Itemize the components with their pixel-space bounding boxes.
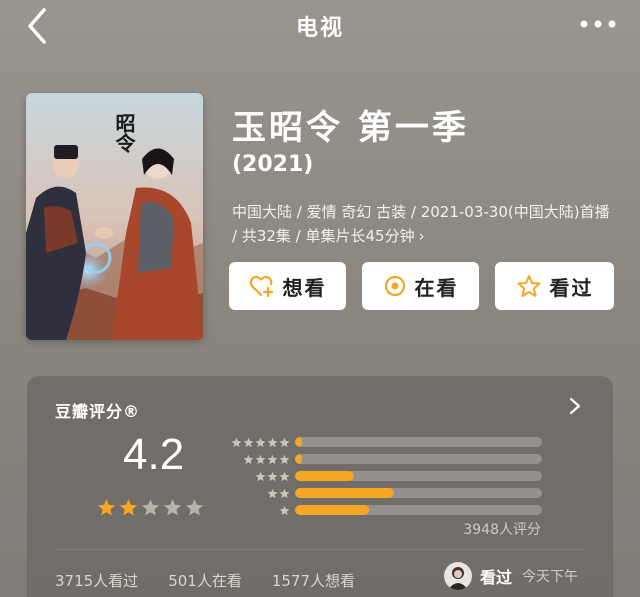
small-star-icon xyxy=(243,454,254,465)
small-star-icon xyxy=(279,488,290,499)
distribution-row-5-star xyxy=(225,434,545,451)
distribution-bar-fill xyxy=(295,505,370,515)
want-label: 想看 xyxy=(282,275,327,300)
friend-activity[interactable]: 看过 今天下午 xyxy=(444,562,578,590)
small-star-icon xyxy=(279,471,290,482)
watching-button[interactable]: 在看 xyxy=(362,262,479,310)
distribution-bar-track xyxy=(295,505,542,515)
distribution-stars xyxy=(279,505,290,516)
distribution-stars xyxy=(267,488,290,499)
divider xyxy=(55,549,585,550)
tv-detail-screen: 电视 昭令 玉昭令 第一季 (2021) 中国大陆 / 爱情 奇幻 古装 / 2… xyxy=(0,0,640,597)
small-star-icon xyxy=(243,437,254,448)
distribution-bar-fill xyxy=(295,471,355,481)
star-outline-icon xyxy=(517,275,540,297)
rating-count: 3948人评分 xyxy=(463,522,541,538)
distribution-bar-track xyxy=(295,437,542,447)
distribution-bar-track xyxy=(295,454,542,464)
watched-count[interactable]: 3715人看过 xyxy=(55,570,138,591)
more-button[interactable] xyxy=(578,14,618,34)
rating-card[interactable]: 豆瓣评分® 4.2 3948人评分 3715人看过 501人在看 1577人想看 xyxy=(27,376,613,597)
watching-label: 在看 xyxy=(414,275,459,300)
small-star-icon xyxy=(231,437,242,448)
distribution-bar-fill xyxy=(295,437,303,447)
small-star-icon xyxy=(267,437,278,448)
watched-button[interactable]: 看过 xyxy=(495,262,614,310)
distribution-stars xyxy=(243,454,290,465)
small-star-icon xyxy=(279,505,290,516)
small-star-icon xyxy=(267,488,278,499)
distribution-bar-fill xyxy=(295,488,394,498)
poster-image: 昭令 xyxy=(26,93,203,340)
more-dots-icon xyxy=(580,20,616,28)
distribution-bar-fill xyxy=(295,454,303,464)
distribution-bar-track xyxy=(295,488,542,498)
audience-stats: 3715人看过 501人在看 1577人想看 xyxy=(55,570,355,591)
rating-header: 豆瓣评分® xyxy=(55,402,141,421)
rating-score: 4.2 xyxy=(123,430,185,479)
top-bar: 电视 xyxy=(0,0,640,56)
small-star-icon xyxy=(255,454,266,465)
chevron-right-icon: › xyxy=(418,227,425,245)
target-icon xyxy=(384,275,405,297)
chevron-right-icon xyxy=(569,397,581,415)
distribution-bar-track xyxy=(295,471,542,481)
rating-distribution xyxy=(225,434,545,519)
show-meta[interactable]: 中国大陆 / 爱情 奇幻 古装 / 2021-03-30(中国大陆)首播 / 共… xyxy=(232,200,617,248)
want-count[interactable]: 1577人想看 xyxy=(272,570,355,591)
watched-label: 看过 xyxy=(549,275,594,300)
distribution-row-3-star xyxy=(225,468,545,485)
friend-status: 看过 xyxy=(480,568,513,587)
distribution-row-2-star xyxy=(225,485,545,502)
small-star-icon xyxy=(279,454,290,465)
distribution-stars xyxy=(255,471,290,482)
rating-more-button[interactable] xyxy=(567,396,583,416)
star-empty-icon xyxy=(163,499,182,516)
small-star-icon xyxy=(255,437,266,448)
watching-count[interactable]: 501人在看 xyxy=(168,570,242,591)
distribution-row-4-star xyxy=(225,451,545,468)
small-star-icon xyxy=(255,471,266,482)
poster-calligraphy: 昭令 xyxy=(112,113,136,154)
star-empty-icon xyxy=(141,499,160,516)
small-star-icon xyxy=(279,437,290,448)
rating-stars xyxy=(97,498,204,517)
show-title: 玉昭令 第一季 xyxy=(232,108,469,148)
small-star-icon xyxy=(267,454,278,465)
distribution-row-1-star xyxy=(225,502,545,519)
star-filled-icon xyxy=(97,499,116,516)
want-to-watch-button[interactable]: 想看 xyxy=(229,262,346,310)
page-title: 电视 xyxy=(295,16,344,41)
star-empty-icon xyxy=(185,499,204,516)
distribution-stars xyxy=(231,437,290,448)
small-star-icon xyxy=(267,471,278,482)
friend-time: 今天下午 xyxy=(522,569,579,585)
heart-plus-icon xyxy=(249,275,273,298)
star-filled-icon xyxy=(119,499,138,516)
show-year: (2021) xyxy=(232,152,314,177)
avatar xyxy=(444,562,472,590)
show-poster[interactable]: 昭令 xyxy=(26,93,203,340)
